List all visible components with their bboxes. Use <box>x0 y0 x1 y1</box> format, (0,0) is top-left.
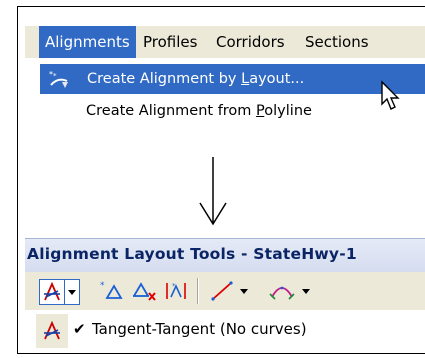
svg-text:*: * <box>172 282 176 290</box>
mouse-cursor-icon <box>381 80 400 110</box>
menu-item-label: Create Alignment by <box>87 71 242 87</box>
break-apart-pi-icon: * <box>166 282 186 299</box>
line-tools-icon <box>211 281 233 301</box>
menu-item-icon-area <box>36 314 68 348</box>
dropdown-arrow-icon <box>68 290 76 295</box>
menu-alignments[interactable]: Alignments <box>39 26 136 58</box>
menu-item-mnemonic: L <box>241 71 250 87</box>
curve-tools-button[interactable] <box>267 279 297 303</box>
menu-item-create-alignment-from-polyline[interactable]: Create Alignment from Polyline <box>36 96 421 126</box>
menu-item-label-rest: ayout... <box>249 71 305 87</box>
menu-sections[interactable]: Sections <box>299 26 375 58</box>
line-tools-button[interactable] <box>209 279 235 303</box>
menu-item-label-rest: olyline <box>264 103 312 119</box>
alignments-dropdown-menu: * * Create Alignment by Layout... Create… <box>36 58 425 128</box>
svg-text:*: * <box>100 281 105 291</box>
curve-tools-icon <box>269 286 295 300</box>
toolbar-title-bar[interactable]: Alignment Layout Tools - StateHwy-1 <box>25 238 425 273</box>
tangent-tangent-dropdown-button[interactable] <box>64 279 80 305</box>
delete-pi-button[interactable] <box>131 279 157 303</box>
alignment-layout-toolbar: * * <box>25 272 425 310</box>
menu-item-tangent-tangent[interactable]: Tangent-Tangent (No curves) <box>92 320 307 338</box>
curve-tools-dropdown-button[interactable] <box>299 279 313 303</box>
down-arrow-icon <box>199 157 227 226</box>
insert-pi-button[interactable]: * <box>99 279 125 303</box>
break-apart-pi-button[interactable]: * <box>163 279 189 303</box>
toolbar-separator <box>197 278 199 304</box>
dropdown-arrow-icon <box>240 289 248 294</box>
svg-text:*: * <box>53 72 57 80</box>
create-alignment-icon: * * <box>49 70 68 88</box>
tangent-tangent-dropdown: ✔ Tangent-Tangent (No curves) <box>36 310 425 352</box>
menu-profiles[interactable]: Profiles <box>137 26 203 58</box>
dropdown-arrow-icon <box>302 289 310 294</box>
menu-item-label: Create Alignment from <box>86 103 257 119</box>
delete-pi-icon <box>133 282 156 301</box>
menu-item-create-alignment-by-layout[interactable]: * * Create Alignment by Layout... <box>40 64 425 94</box>
tangent-tangent-icon <box>44 281 60 301</box>
menu-bar: Alignments Profiles Corridors Sections <box>25 26 425 58</box>
checkmark-icon: ✔ <box>73 320 86 338</box>
tangent-tangent-button[interactable] <box>39 279 64 305</box>
line-tools-dropdown-button[interactable] <box>237 279 251 303</box>
toolbar-title: Alignment Layout Tools - StateHwy-1 <box>27 245 357 263</box>
tangent-tangent-icon <box>44 320 60 340</box>
menu-corridors[interactable]: Corridors <box>210 26 291 58</box>
insert-pi-icon: * <box>100 281 123 299</box>
